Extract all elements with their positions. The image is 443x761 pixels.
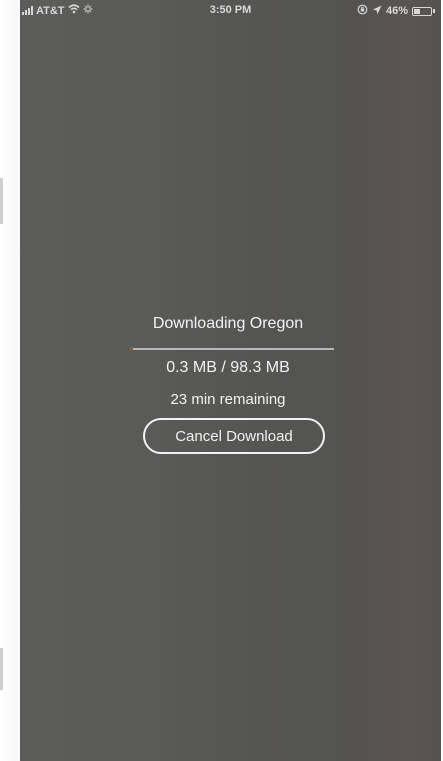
battery-tip (433, 9, 435, 13)
edge-mark (0, 648, 3, 690)
cancel-download-button[interactable]: Cancel Download (143, 418, 325, 454)
orientation-lock-icon (357, 4, 368, 18)
download-time-remaining: 23 min remaining (170, 391, 286, 408)
download-title: Downloading Oregon (152, 315, 304, 332)
left-margin (0, 0, 20, 761)
download-progress-fill (130, 347, 134, 350)
battery-level (414, 8, 421, 14)
phone-screen: AT&T 3:50 PM 46% Downloading Oregon 0.3 … (20, 0, 441, 761)
download-panel: Downloading Oregon 0.3 MB / 98.3 MB 23 m… (118, 312, 338, 454)
battery-icon (412, 6, 432, 16)
download-size: 0.3 MB / 98.3 MB (166, 359, 290, 376)
status-right: 46% (357, 4, 435, 18)
screenshot-frame: AT&T 3:50 PM 46% Downloading Oregon 0.3 … (0, 0, 443, 761)
edge-mark (0, 178, 3, 224)
status-bar: AT&T 3:50 PM 46% (20, 0, 441, 20)
download-progress-bar (130, 347, 334, 350)
battery-percent: 46% (385, 5, 408, 17)
location-arrow-icon (372, 5, 382, 18)
